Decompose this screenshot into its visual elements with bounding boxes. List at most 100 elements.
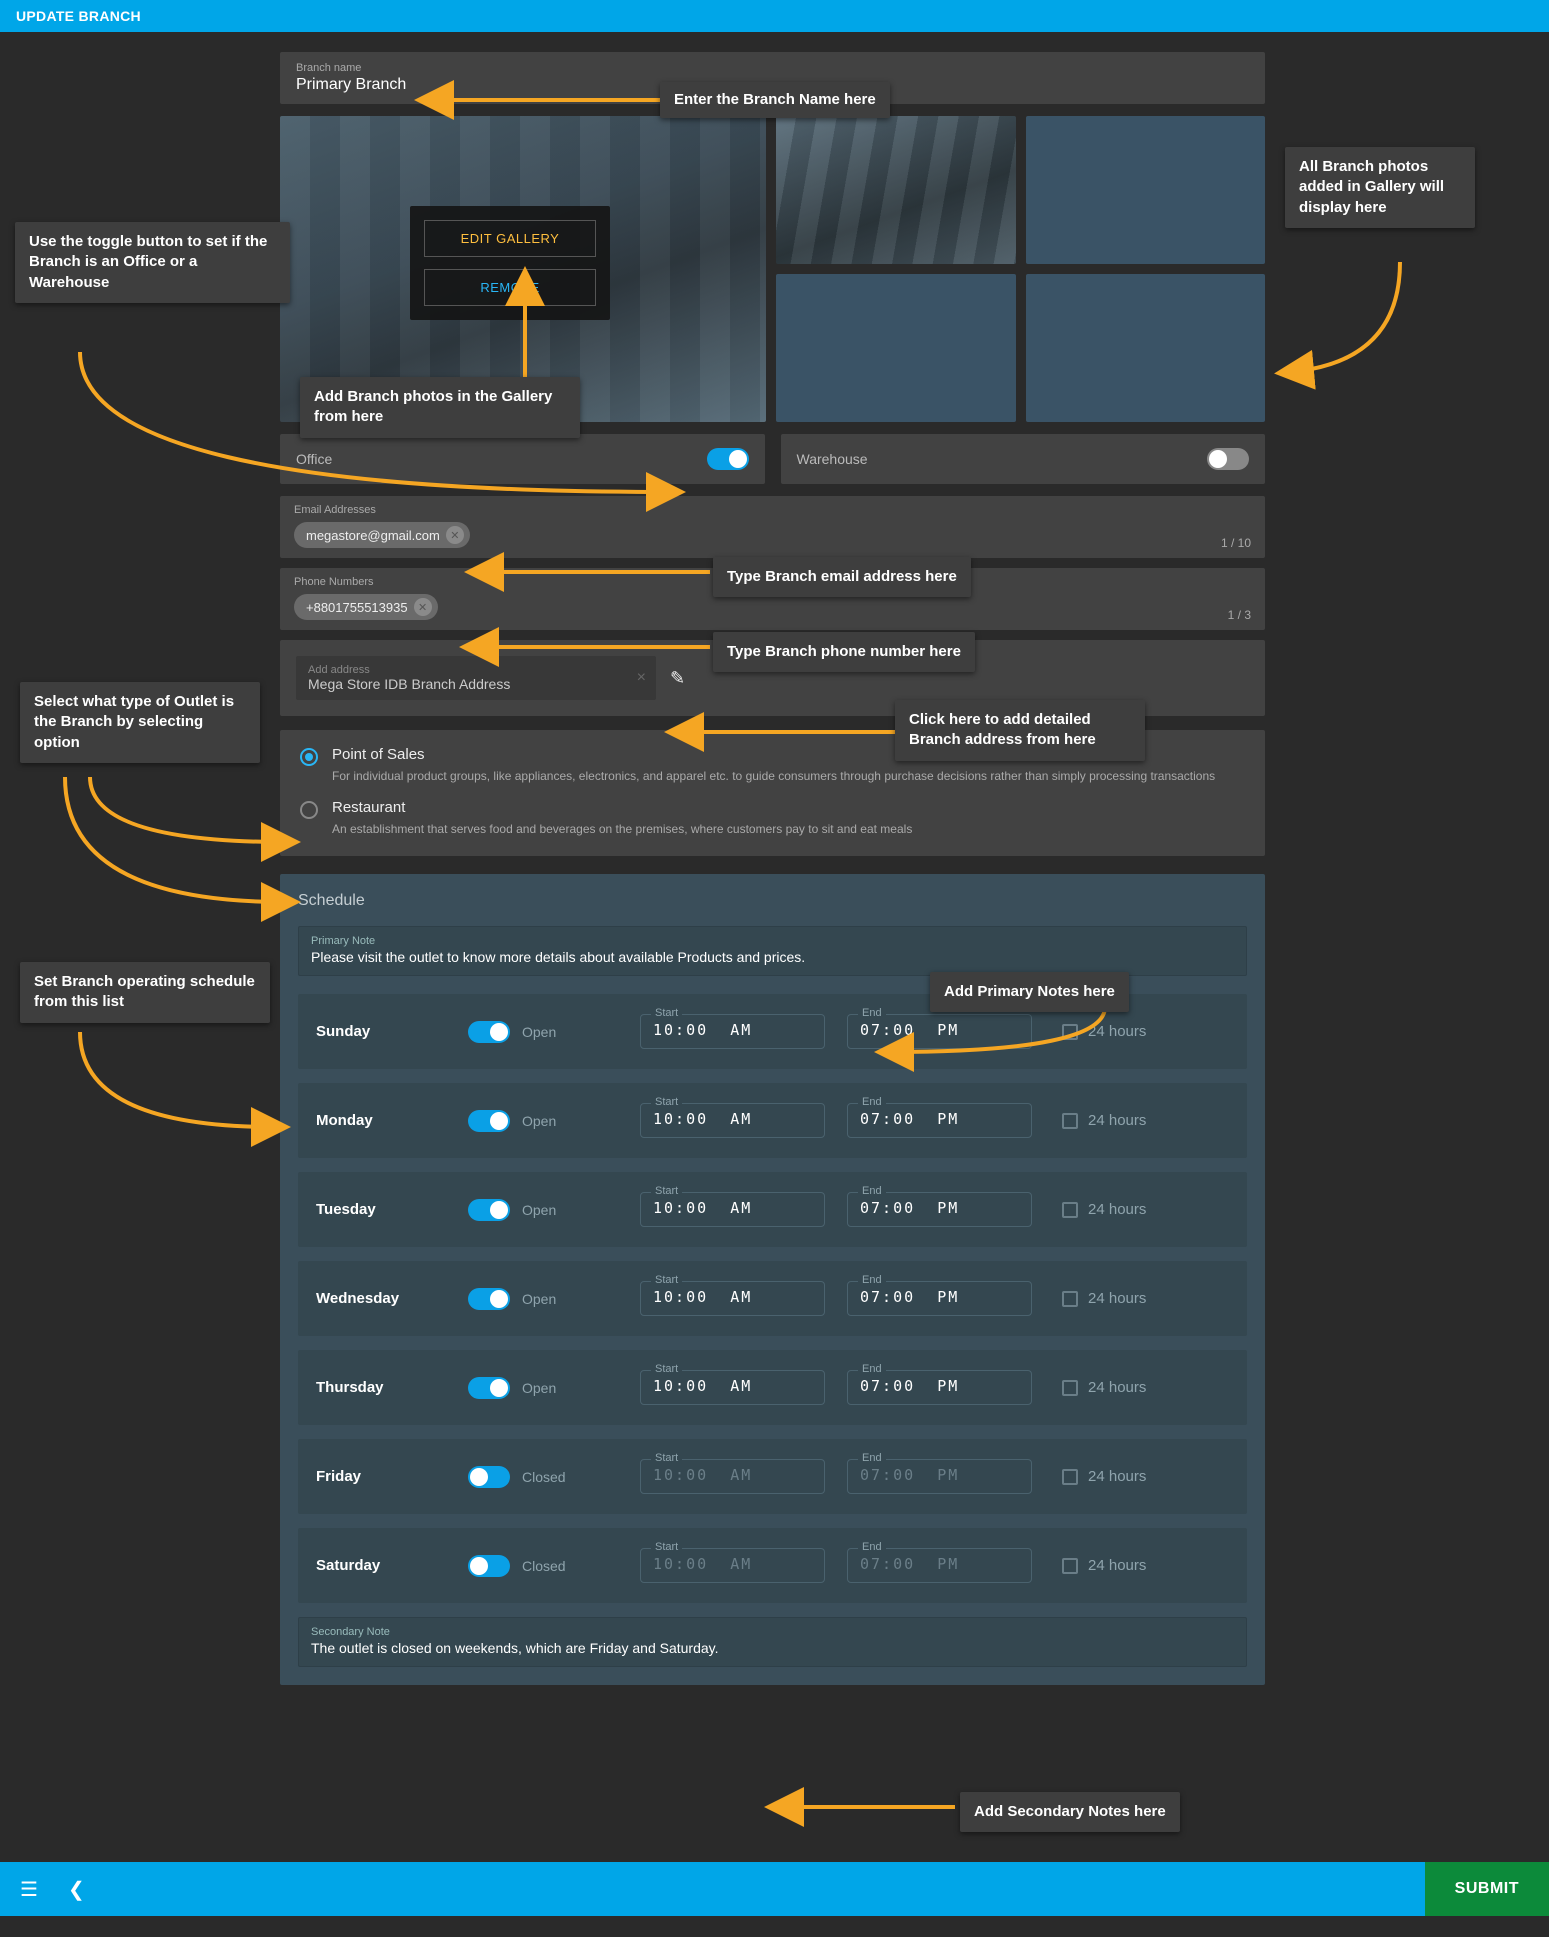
day-open-toggle[interactable]	[468, 1110, 510, 1132]
gallery-thumb-empty[interactable]	[1026, 116, 1266, 264]
edit-address-icon[interactable]: ✎	[670, 668, 685, 689]
callout-schedule: Set Branch operating schedule from this …	[20, 962, 270, 1023]
all-day-checkbox-wrap[interactable]: 24 hours	[1062, 1112, 1146, 1129]
end-time-field[interactable]: End07:00 PM	[847, 1014, 1032, 1049]
all-day-checkbox-wrap[interactable]: 24 hours	[1062, 1557, 1146, 1574]
start-value: 10:00 AM	[653, 1021, 752, 1039]
email-chip[interactable]: megastore@gmail.com ✕	[294, 522, 470, 548]
remove-email-icon[interactable]: ✕	[446, 526, 464, 544]
callout-add-photos: Add Branch photos in the Gallery from he…	[300, 377, 580, 438]
day-open-toggle[interactable]	[468, 1288, 510, 1310]
end-time-field[interactable]: End07:00 PM	[847, 1548, 1032, 1583]
all-day-label: 24 hours	[1088, 1290, 1146, 1307]
day-open-toggle[interactable]	[468, 1199, 510, 1221]
phone-chip[interactable]: +8801755513935 ✕	[294, 594, 438, 620]
start-value: 10:00 AM	[653, 1466, 752, 1484]
all-day-checkbox-wrap[interactable]: 24 hours	[1062, 1379, 1146, 1396]
start-label: Start	[651, 1096, 682, 1108]
day-status: Open	[522, 1380, 570, 1396]
warehouse-toggle-card: Warehouse	[781, 434, 1266, 484]
warehouse-toggle[interactable]	[1207, 448, 1249, 470]
end-label: End	[858, 1274, 886, 1286]
day-open-toggle[interactable]	[468, 1555, 510, 1577]
all-day-label: 24 hours	[1088, 1201, 1146, 1218]
email-field[interactable]: Email Addresses megastore@gmail.com ✕ 1 …	[280, 496, 1265, 558]
all-day-checkbox-wrap[interactable]: 24 hours	[1062, 1201, 1146, 1218]
email-chip-text: megastore@gmail.com	[306, 528, 440, 543]
end-label: End	[858, 1096, 886, 1108]
start-label: Start	[651, 1274, 682, 1286]
end-value: 07:00 PM	[860, 1555, 959, 1573]
checkbox-icon	[1062, 1380, 1078, 1396]
day-name: Sunday	[316, 1023, 446, 1040]
submit-button[interactable]: SUBMIT	[1425, 1862, 1549, 1916]
all-day-checkbox-wrap[interactable]: 24 hours	[1062, 1290, 1146, 1307]
callout-address: Click here to add detailed Branch addres…	[895, 700, 1145, 761]
office-toggle-card: Office	[280, 434, 765, 484]
end-time-field[interactable]: End07:00 PM	[847, 1281, 1032, 1316]
end-label: End	[858, 1363, 886, 1375]
checkbox-icon	[1062, 1558, 1078, 1574]
all-day-checkbox-wrap[interactable]: 24 hours	[1062, 1023, 1146, 1040]
start-time-field[interactable]: Start10:00 AM	[640, 1192, 825, 1227]
all-day-label: 24 hours	[1088, 1557, 1146, 1574]
gallery-thumb-empty[interactable]	[1026, 274, 1266, 422]
radio-selected-icon	[300, 748, 318, 766]
end-time-field[interactable]: End07:00 PM	[847, 1103, 1032, 1138]
start-time-field[interactable]: Start10:00 AM	[640, 1281, 825, 1316]
start-label: Start	[651, 1363, 682, 1375]
outlet-pos-desc: For individual product groups, like appl…	[332, 767, 1215, 785]
primary-note-label: Primary Note	[311, 935, 1234, 947]
day-open-toggle[interactable]	[468, 1021, 510, 1043]
outlet-type-restaurant[interactable]: Restaurant An establishment that serves …	[300, 799, 1245, 838]
end-time-field[interactable]: End07:00 PM	[847, 1459, 1032, 1494]
menu-icon[interactable]: ☰	[20, 1877, 38, 1902]
day-open-toggle[interactable]	[468, 1377, 510, 1399]
start-value: 10:00 AM	[653, 1110, 752, 1128]
day-name: Tuesday	[316, 1201, 446, 1218]
address-input[interactable]: Add address Mega Store IDB Branch Addres…	[296, 656, 656, 700]
topbar: UPDATE BRANCH	[0, 0, 1549, 32]
gallery-thumb[interactable]	[776, 116, 1016, 264]
edit-gallery-button[interactable]: EDIT GALLERY	[424, 220, 596, 257]
end-label: End	[858, 1007, 886, 1019]
schedule-day-row: FridayClosedStart10:00 AMEnd07:00 PM24 h…	[298, 1439, 1247, 1514]
end-value: 07:00 PM	[860, 1199, 959, 1217]
secondary-note-value: The outlet is closed on weekends, which …	[311, 1640, 1234, 1656]
clear-address-icon[interactable]: ×	[637, 669, 646, 687]
all-day-label: 24 hours	[1088, 1112, 1146, 1129]
email-counter: 1 / 10	[1221, 536, 1251, 550]
all-day-checkbox-wrap[interactable]: 24 hours	[1062, 1468, 1146, 1485]
day-open-toggle[interactable]	[468, 1466, 510, 1488]
secondary-note-field[interactable]: Secondary Note The outlet is closed on w…	[298, 1617, 1247, 1667]
start-value: 10:00 AM	[653, 1555, 752, 1573]
schedule-day-row: MondayOpenStart10:00 AMEnd07:00 PM24 hou…	[298, 1083, 1247, 1158]
callout-toggle: Use the toggle button to set if the Bran…	[15, 222, 290, 303]
schedule-day-row: SaturdayClosedStart10:00 AMEnd07:00 PM24…	[298, 1528, 1247, 1603]
callout-outlet: Select what type of Outlet is the Branch…	[20, 682, 260, 763]
end-time-field[interactable]: End07:00 PM	[847, 1192, 1032, 1227]
start-time-field[interactable]: Start10:00 AM	[640, 1548, 825, 1583]
office-toggle[interactable]	[707, 448, 749, 470]
checkbox-icon	[1062, 1113, 1078, 1129]
start-time-field[interactable]: Start10:00 AM	[640, 1103, 825, 1138]
branch-name-label: Branch name	[296, 62, 1249, 74]
office-label: Office	[296, 451, 332, 467]
bottom-bar: ☰ ❮ SUBMIT	[0, 1862, 1549, 1916]
page-title: UPDATE BRANCH	[16, 8, 141, 24]
back-icon[interactable]: ❮	[68, 1877, 85, 1902]
remove-phone-icon[interactable]: ✕	[414, 598, 432, 616]
schedule-day-row: WednesdayOpenStart10:00 AMEnd07:00 PM24 …	[298, 1261, 1247, 1336]
gallery-thumb-empty[interactable]	[776, 274, 1016, 422]
address-value: Mega Store IDB Branch Address	[308, 676, 644, 692]
start-time-field[interactable]: Start10:00 AM	[640, 1370, 825, 1405]
primary-note-field[interactable]: Primary Note Please visit the outlet to …	[298, 926, 1247, 976]
day-name: Monday	[316, 1112, 446, 1129]
address-hint: Add address	[308, 664, 644, 676]
day-status: Open	[522, 1202, 570, 1218]
remove-gallery-button[interactable]: REMOVE	[424, 269, 596, 306]
warehouse-label: Warehouse	[797, 451, 868, 467]
start-time-field[interactable]: Start10:00 AM	[640, 1014, 825, 1049]
start-time-field[interactable]: Start10:00 AM	[640, 1459, 825, 1494]
end-time-field[interactable]: End07:00 PM	[847, 1370, 1032, 1405]
